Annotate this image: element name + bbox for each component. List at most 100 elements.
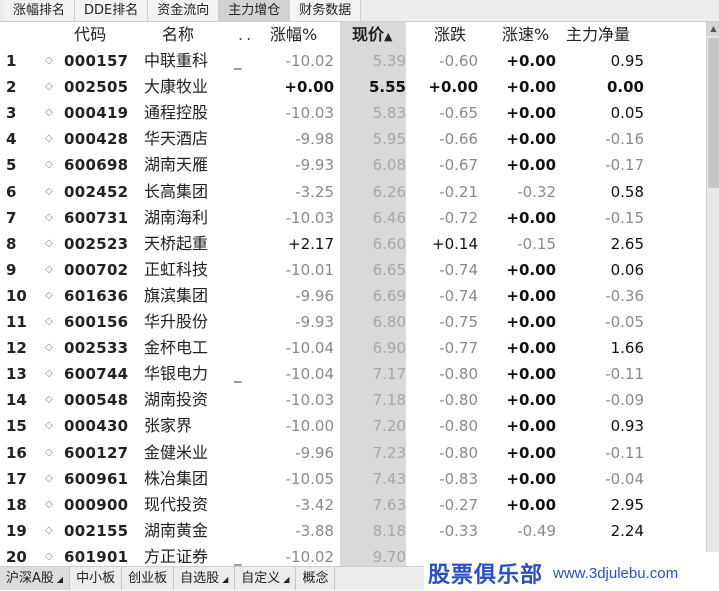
top-tab[interactable]: DDE排名 xyxy=(75,0,149,21)
net-inflow: -0.09 xyxy=(605,391,644,410)
change-pct: +2.17 xyxy=(288,234,334,253)
bottom-tab[interactable]: 自选股 ◢ xyxy=(174,567,236,590)
dropdown-triangle-icon: ◢ xyxy=(283,575,290,584)
table-row[interactable]: ◇ 10 601636 旗滨集团 -9.96 6.69 -0.74 +0.00 -0.36 xyxy=(0,283,706,309)
price-diff: -0.77 xyxy=(439,339,478,358)
stock-code: 002533 xyxy=(64,339,129,358)
stock-code: 600698 xyxy=(64,156,129,175)
stock-code: 600744 xyxy=(64,365,129,384)
header-change-pct[interactable]: 涨幅% xyxy=(270,22,346,48)
header-flag[interactable]: .. xyxy=(238,22,254,48)
table-row[interactable]: ◇ 17 600961 株冶集团 -10.05 7.43 -0.83 +0.00 -0.04 xyxy=(0,466,706,492)
header-code[interactable]: 代码 xyxy=(74,22,136,48)
row-number: 18 xyxy=(6,495,27,514)
top-tab[interactable]: 资金流向 xyxy=(148,0,220,21)
stock-code: 002505 xyxy=(64,78,129,97)
scroll-thumb[interactable] xyxy=(708,38,719,188)
table-row[interactable]: ◇ 6 002452 长高集团 -3.25 6.26 -0.21 -0.32 0.58 xyxy=(0,179,706,205)
row-marker-icon: ◇ xyxy=(45,420,53,432)
change-pct: -9.93 xyxy=(295,156,334,175)
row-marker-icon: ◇ xyxy=(45,159,53,171)
bottom-tab[interactable]: 中小板 xyxy=(70,567,123,590)
net-inflow: 0.58 xyxy=(610,182,644,201)
bottom-tab[interactable]: 概念 xyxy=(296,567,336,590)
stock-code: 000428 xyxy=(64,130,129,149)
header-speed-pct[interactable]: 涨速% xyxy=(502,22,574,48)
table-row[interactable]: ◇ 9 000702 正虹科技 -10.01 6.65 -0.74 +0.00 0.06 xyxy=(0,257,706,283)
price-diff: -0.65 xyxy=(439,104,478,123)
table-row[interactable]: ◇ 16 600127 金健米业 -9.96 7.23 -0.80 +0.00 -0.11 xyxy=(0,440,706,466)
price-diff: -0.66 xyxy=(439,130,478,149)
bottom-tab[interactable]: 沪深A股 ◢ xyxy=(0,567,71,590)
speed-pct: +0.00 xyxy=(506,130,556,149)
speed-pct: +0.00 xyxy=(506,417,556,436)
table-row[interactable]: ◇ 8 002523 天桥起重 +2.17 6.60 +0.14 -0.15 2.65 xyxy=(0,231,706,257)
change-pct: -9.98 xyxy=(295,130,334,149)
net-inflow: 0.95 xyxy=(610,52,644,70)
speed-pct: -0.32 xyxy=(517,182,556,201)
table-row[interactable]: ◇ 2 002505 大康牧业 +0.00 5.55 +0.00 +0.00 0.00 xyxy=(0,74,706,100)
table-row[interactable]: ◇ 3 000419 通程控股 -10.03 5.83 -0.65 +0.00 0.05 xyxy=(0,100,706,126)
header-net-inflow[interactable]: 主力净量 xyxy=(566,22,644,48)
table-row[interactable]: ◇ 4 000428 华天酒店 -9.98 5.95 -0.66 +0.00 -0.16 xyxy=(0,126,706,152)
stock-flag: _ xyxy=(234,365,242,384)
price-diff: +0.00 xyxy=(428,78,478,97)
speed-pct: +0.00 xyxy=(506,156,556,175)
header-diff[interactable]: 涨跌 xyxy=(434,22,502,48)
scroll-up-arrow-icon[interactable]: ▲ xyxy=(707,22,719,36)
row-number: 1 xyxy=(6,52,17,70)
net-inflow: 2.65 xyxy=(610,234,644,253)
stock-name: 株冶集团 xyxy=(144,468,209,488)
change-pct: -10.04 xyxy=(285,365,334,384)
bottom-tab-label: 创业板 xyxy=(128,571,168,586)
vertical-scrollbar[interactable]: ▲ xyxy=(706,22,719,552)
row-number: 12 xyxy=(6,339,27,358)
speed-pct: +0.00 xyxy=(506,208,556,227)
net-inflow: 0.93 xyxy=(610,417,644,436)
row-marker-icon: ◇ xyxy=(45,55,53,66)
row-marker-icon: ◇ xyxy=(45,394,53,406)
row-number: 2 xyxy=(6,78,17,97)
speed-pct: +0.00 xyxy=(506,313,556,331)
table-row[interactable]: ◇ 14 000548 湖南投资 -10.03 7.18 -0.80 +0.00 -0.09 xyxy=(0,387,706,413)
change-pct: -9.93 xyxy=(295,313,334,331)
table-row[interactable]: ◇ 12 002533 金杯电工 -10.04 6.90 -0.77 +0.00 1.66 xyxy=(0,335,706,361)
change-pct: -3.25 xyxy=(295,182,334,201)
table-row[interactable]: ◇ 18 000900 现代投资 -3.42 7.63 -0.27 +0.00 2.95 xyxy=(0,492,706,518)
price-diff: +0.14 xyxy=(432,234,478,253)
row-number: 19 xyxy=(6,521,27,540)
top-tab[interactable]: 涨幅排名 xyxy=(4,0,76,21)
stock-code: 000157 xyxy=(64,52,129,70)
row-marker-icon: ◇ xyxy=(45,446,53,458)
table-row[interactable]: ◇ 13 600744 华银电力 _ -10.04 7.17 -0.80 +0.00 -0.11 xyxy=(0,361,706,387)
stock-name: 大康牧业 xyxy=(144,77,209,97)
bottom-tab[interactable]: 自定义 ◢ xyxy=(235,567,297,590)
stock-name: 华升股份 xyxy=(144,312,209,331)
row-number: 16 xyxy=(6,443,27,462)
row-marker-icon: ◇ xyxy=(45,289,53,301)
top-tab[interactable]: 主力增仓 xyxy=(219,0,291,21)
speed-pct: +0.00 xyxy=(506,443,556,462)
table-row[interactable]: ◇ 11 600156 华升股份 -9.93 6.80 -0.75 +0.00 -0.05 xyxy=(0,309,706,335)
speed-pct: +0.00 xyxy=(506,260,556,279)
header-price[interactable]: 现价▲ xyxy=(352,22,418,50)
price: 7.63 xyxy=(372,495,406,514)
table-row[interactable]: ◇ 5 600698 湖南天雁 -9.93 6.08 -0.67 +0.00 -0.17 xyxy=(0,152,706,178)
change-pct: +0.00 xyxy=(284,78,334,97)
row-marker-icon: ◇ xyxy=(45,316,53,327)
table-row[interactable]: ◇ 19 002155 湖南黄金 -3.88 8.18 -0.33 -0.49 2.24 xyxy=(0,518,706,544)
net-inflow: 0.05 xyxy=(610,104,644,123)
table-row[interactable]: ◇ 15 000430 张家界 -10.00 7.20 -0.80 +0.00 0.93 xyxy=(0,413,706,439)
net-inflow: 0.00 xyxy=(606,78,644,97)
speed-pct: +0.00 xyxy=(506,286,556,305)
speed-pct: +0.00 xyxy=(506,104,556,123)
net-inflow: -0.11 xyxy=(605,443,644,462)
price-diff: -0.80 xyxy=(439,391,478,410)
table-row[interactable]: ◇ 7 600731 湖南海利 -10.03 6.46 -0.72 +0.00 -0.15 xyxy=(0,205,706,231)
change-pct: -10.03 xyxy=(285,104,334,123)
header-name[interactable]: 名称 xyxy=(162,22,246,48)
bottom-tab[interactable]: 创业板 xyxy=(122,567,175,590)
top-tab[interactable]: 财务数据 xyxy=(290,0,362,21)
table-row[interactable]: ◇ 1 000157 中联重科 _ -10.02 5.39 -0.60 +0.00 0.95 xyxy=(0,48,706,74)
speed-pct: +0.00 xyxy=(506,52,556,70)
